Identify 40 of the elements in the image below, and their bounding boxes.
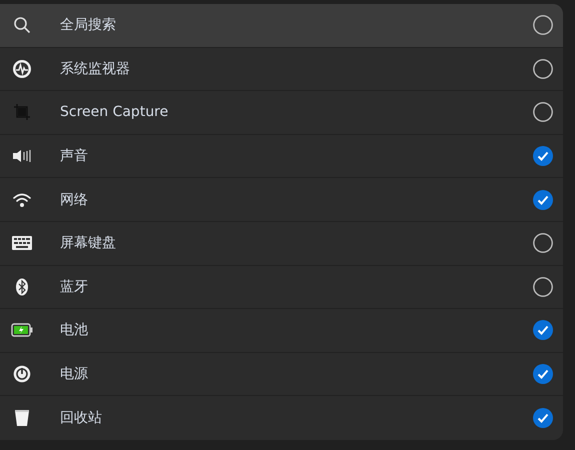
plugin-name: 蓝牙: [60, 278, 89, 296]
bluetooth-icon: [15, 278, 29, 296]
plugin-row[interactable]: 网络: [0, 178, 563, 222]
plugin-name: 声音: [60, 147, 89, 166]
plugin-row[interactable]: 电源: [0, 352, 563, 396]
checkbox[interactable]: [533, 190, 553, 210]
checkbox[interactable]: [533, 15, 553, 36]
wifi-icon: [12, 192, 32, 208]
plugin-row[interactable]: 屏幕键盘: [0, 222, 563, 266]
checkbox[interactable]: [533, 364, 553, 384]
power-icon: [13, 365, 31, 384]
monitor-gauge-icon: [12, 58, 32, 79]
plugin-name: 全局搜索: [60, 16, 117, 34]
speaker-icon: [12, 148, 32, 164]
plugin-name: 电池: [60, 321, 89, 340]
checkbox[interactable]: [533, 233, 553, 254]
checkbox[interactable]: [533, 102, 553, 122]
search-icon: [13, 16, 31, 34]
trash-icon: [14, 409, 30, 428]
plugin-name: 屏幕键盘: [60, 234, 117, 252]
plugin-row[interactable]: 声音: [0, 134, 563, 178]
plugin-row[interactable]: 系统监视器: [0, 48, 563, 92]
plugin-name: 系统监视器: [60, 60, 131, 78]
checkbox[interactable]: [533, 146, 553, 166]
keyboard-icon: [11, 235, 33, 252]
crop-icon: [13, 103, 31, 122]
checkbox[interactable]: [533, 276, 553, 297]
plugin-name: Screen Capture: [60, 104, 170, 120]
plugin-name: 网络: [60, 190, 89, 209]
plugin-row[interactable]: 电池: [0, 309, 563, 353]
plugin-row[interactable]: 回收站: [0, 396, 563, 440]
checkbox[interactable]: [533, 408, 553, 428]
checkbox[interactable]: [533, 320, 553, 340]
plugin-row[interactable]: 蓝牙: [0, 266, 563, 310]
plugin-name: 电源: [60, 365, 89, 384]
battery-icon: [11, 323, 33, 338]
plugin-row[interactable]: 全局搜索: [0, 4, 563, 48]
checkbox[interactable]: [533, 58, 553, 79]
plugin-row[interactable]: Screen Capture: [0, 91, 563, 135]
plugin-name: 回收站: [60, 409, 103, 428]
